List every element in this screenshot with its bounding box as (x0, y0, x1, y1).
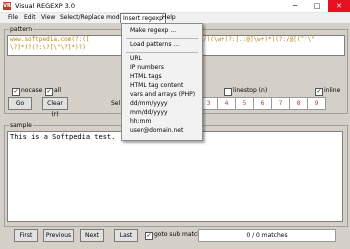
insert-regexp-dropdown: Make regexp ... Load patterns ... URL IP… (121, 23, 203, 141)
match-button-6[interactable]: 6 (253, 97, 272, 110)
dropdown-separator (126, 52, 198, 53)
nocase-label: nocase (21, 87, 43, 94)
dropdown-item-hh-mm[interactable]: hh:mm (130, 118, 151, 126)
match-button-8[interactable]: 8 (289, 97, 308, 110)
menu-view[interactable]: View (39, 13, 57, 23)
dropdown-item-html-tags[interactable]: HTML tags (130, 73, 162, 81)
minimize-button[interactable]: ─ (284, 0, 306, 12)
go-button[interactable]: Go (8, 97, 32, 110)
match-button-5[interactable]: 5 (235, 97, 254, 110)
sample-text-area[interactable]: This is a Softpedia test. (7, 131, 343, 222)
make-regexp-item[interactable]: Make regexp ... (130, 27, 176, 35)
dropdown-item-dd-mm-yyyy[interactable]: dd/mm/yyyy (130, 100, 168, 108)
dropdown-item-ip-numbers[interactable]: IP numbers (130, 64, 164, 72)
pattern-line-1-cont: /)(\w+(?:[.:@]\w+)*)(?:/@[(^'\" (203, 36, 315, 43)
match-status: 0 / 0 matches (198, 229, 336, 242)
select-label: Sel (111, 100, 121, 107)
all-checkbox[interactable]: ✓ (45, 88, 53, 96)
inline-checkbox[interactable]: ✓ (315, 88, 323, 96)
match-button-4[interactable]: 4 (217, 97, 236, 110)
last-button[interactable]: Last (114, 229, 138, 242)
pattern-line-1: www.softpedia.com(?:([ (10, 36, 90, 43)
match-button-9[interactable]: 9 (307, 97, 326, 110)
pattern-label: pattern (9, 26, 34, 33)
menu-select-replace-mode[interactable]: Select/Replace mode (58, 13, 125, 23)
linestop-label: linestop (n) (233, 87, 268, 94)
window-title: Visual REGEXP 3.0 (15, 2, 76, 10)
app-icon: VR (3, 2, 11, 10)
dropdown-item-html-tag-content[interactable]: HTML tag content (130, 82, 183, 90)
goto-sub-matches-checkbox[interactable]: ✓ (145, 232, 153, 240)
dropdown-item-email[interactable]: user@domain.net (130, 127, 183, 135)
nocase-checkbox[interactable]: ✓ (12, 88, 20, 96)
dropdown-item-vars-arrays-php[interactable]: vars and arrays (PHP) (130, 91, 195, 99)
dropdown-item-mm-dd-yyyy[interactable]: mm/dd/yyyy (130, 109, 168, 117)
next-button[interactable]: Next (80, 229, 104, 242)
load-patterns-item[interactable]: Load patterns ... (130, 41, 179, 49)
close-button[interactable]: ✕ (328, 0, 350, 12)
previous-button[interactable]: Previous (43, 229, 74, 242)
all-label: all (54, 87, 62, 94)
menu-file[interactable]: File (6, 13, 20, 23)
inline-label: inline (324, 87, 341, 94)
dropdown-item-url[interactable]: URL (130, 55, 142, 63)
match-button-7[interactable]: 7 (271, 97, 290, 110)
first-button[interactable]: First (14, 229, 38, 242)
pattern-line-2: \?]*)?(?:\?[\"\?]*)?) (10, 44, 86, 51)
menu-edit[interactable]: Edit (22, 13, 38, 23)
maximize-button[interactable]: □ (306, 0, 328, 12)
linestop-checkbox[interactable] (224, 88, 232, 96)
menu-help[interactable]: Help (160, 13, 178, 23)
dropdown-separator (126, 38, 198, 39)
sample-label: sample (9, 122, 33, 129)
clear-button[interactable]: Clear (r) (42, 97, 68, 118)
